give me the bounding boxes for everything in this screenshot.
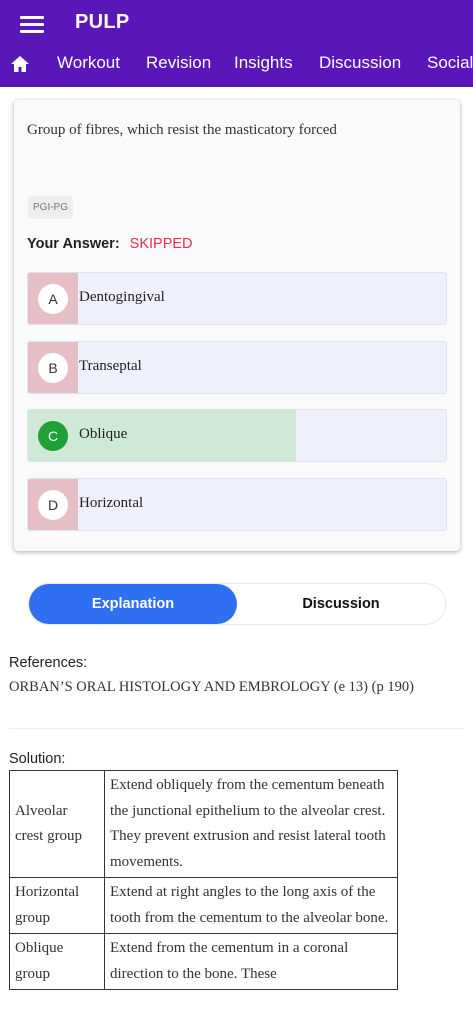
app-bar: PULP Workout Revision Insights Discussio… (0, 0, 473, 87)
explanation-tab[interactable]: Explanation (29, 584, 237, 624)
your-answer: Your Answer: SKIPPED (27, 236, 193, 252)
option-c-bar (28, 410, 296, 461)
option-letter: B (38, 353, 68, 383)
exam-tag: PGI-PG (28, 196, 74, 219)
app-title: PULP (75, 11, 130, 33)
option-letter: C (38, 421, 68, 451)
nav-tabs: Workout Revision Insights Discussion Soc… (0, 46, 473, 87)
solution-heading: Solution: (9, 751, 66, 767)
option-a[interactable]: A Dentogingival (27, 272, 447, 325)
option-d[interactable]: D Horizontal (27, 478, 447, 531)
option-c[interactable]: C Oblique (27, 409, 447, 462)
tab-insights[interactable]: Insights (234, 53, 293, 73)
tab-revision[interactable]: Revision (146, 53, 211, 73)
solution-table: Alveolar crest group Extend obliquely fr… (9, 770, 398, 990)
home-icon[interactable] (10, 55, 30, 73)
table-cell: Extend from the cementum in a coronal di… (104, 933, 398, 990)
answer-label: Your Answer: (27, 236, 120, 252)
references-heading: References: (9, 655, 88, 671)
divider (9, 728, 464, 729)
discussion-tab[interactable]: Discussion (237, 584, 445, 624)
option-text: Dentogingival (79, 289, 165, 305)
references-text: ORBAN’S ORAL HISTOLOGY AND EMBROLOGY (e … (9, 679, 414, 695)
option-letter: A (38, 284, 68, 314)
table-cell: Extend obliquely from the cementum benea… (104, 770, 398, 878)
table-row: Alveolar crest group Extend obliquely fr… (9, 770, 398, 878)
table-cell: Alveolar crest group (9, 770, 105, 878)
option-b[interactable]: B Transeptal (27, 341, 447, 394)
table-cell: Oblique group (9, 933, 105, 990)
table-row: Oblique group Extend from the cementum i… (9, 933, 398, 990)
tab-discussion[interactable]: Discussion (319, 53, 401, 73)
option-text: Horizontal (79, 495, 144, 511)
table-row: Horizontal group Extend at right angles … (9, 877, 398, 934)
option-letter: D (38, 490, 68, 520)
explanation-discussion-toggle: Explanation Discussion (29, 584, 445, 624)
tab-social[interactable]: Social (427, 53, 473, 73)
menu-icon[interactable] (20, 13, 44, 33)
tab-workout[interactable]: Workout (57, 53, 120, 73)
table-cell: Horizontal group (9, 877, 105, 934)
question-text: Group of fibres, which resist the mastic… (27, 122, 337, 138)
option-text: Transeptal (79, 358, 142, 374)
question-card: Group of fibres, which resist the mastic… (14, 100, 460, 551)
option-text: Oblique (79, 426, 128, 442)
table-cell: Extend at right angles to the long axis … (104, 877, 398, 934)
answer-status: SKIPPED (129, 236, 193, 252)
